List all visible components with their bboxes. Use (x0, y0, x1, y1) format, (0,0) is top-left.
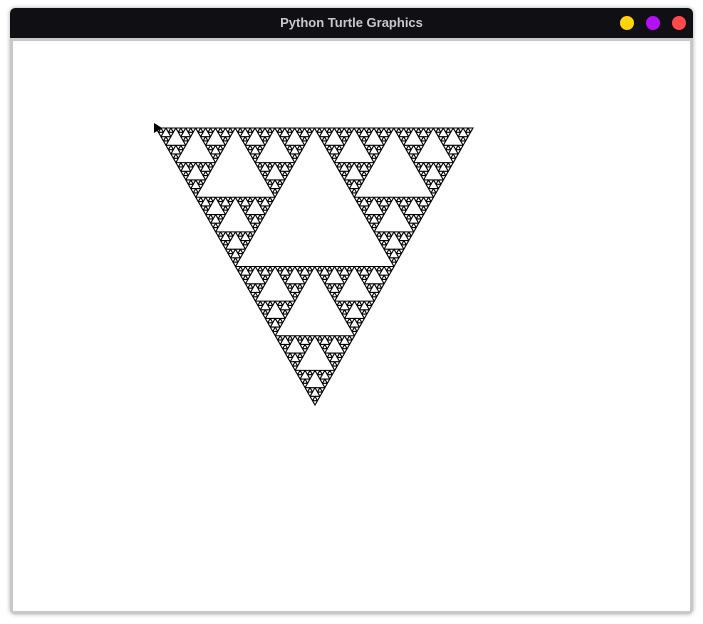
maximize-button[interactable] (646, 16, 660, 30)
title-bar[interactable]: Python Turtle Graphics (10, 8, 693, 38)
turtle-canvas (13, 41, 690, 611)
sierpinski-drawing (154, 123, 474, 407)
minimize-button[interactable] (620, 16, 634, 30)
turtle-window: Python Turtle Graphics (10, 8, 693, 614)
close-button[interactable] (672, 16, 686, 30)
window-title: Python Turtle Graphics (280, 15, 423, 30)
sierpinski-path (155, 127, 474, 407)
